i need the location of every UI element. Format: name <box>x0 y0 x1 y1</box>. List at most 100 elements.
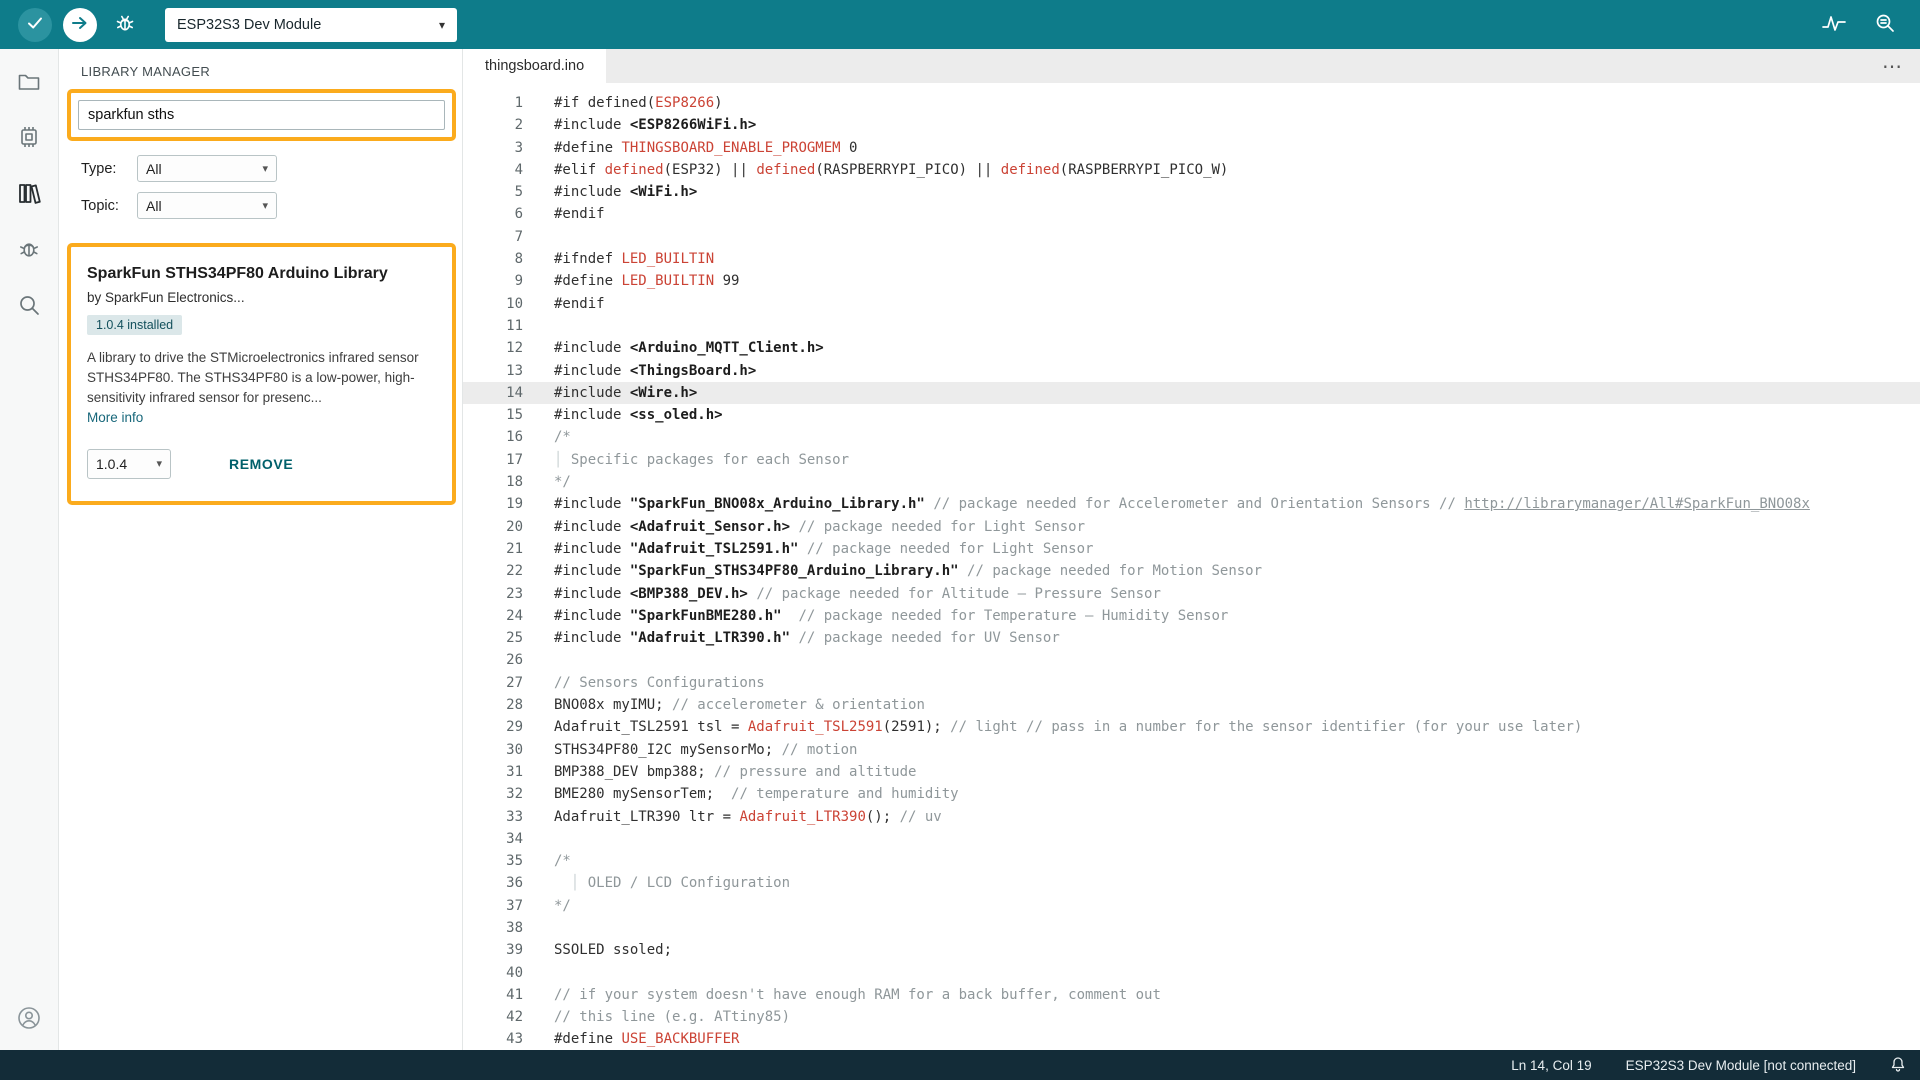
line-number: 1 <box>463 92 523 114</box>
line-text: #include "Adafruit_TSL2591.h" // package… <box>523 538 1093 560</box>
line-text: SSOLED ssoled; <box>523 939 672 961</box>
serial-monitor-button[interactable] <box>1874 12 1896 37</box>
chevron-down-icon: ▾ <box>262 162 268 175</box>
code-line[interactable]: 13#include <ThingsBoard.h> <box>463 360 1920 382</box>
code-line[interactable]: 31BMP388_DEV bmp388; // pressure and alt… <box>463 761 1920 783</box>
code-line[interactable]: 23#include <BMP388_DEV.h> // package nee… <box>463 583 1920 605</box>
tab-thingsboard-ino[interactable]: thingsboard.ino <box>463 49 606 83</box>
remove-button[interactable]: REMOVE <box>229 456 293 472</box>
chevron-down-icon: ▾ <box>156 457 162 470</box>
status-bar: Ln 14, Col 19 ESP32S3 Dev Module [not co… <box>0 1050 1920 1080</box>
code-line[interactable]: 14#include <Wire.h> <box>463 382 1920 404</box>
notifications-bell-icon[interactable] <box>1890 1056 1906 1075</box>
code-line[interactable]: 37*/ <box>463 895 1920 917</box>
code-line[interactable]: 29Adafruit_TSL2591 tsl = Adafruit_TSL259… <box>463 716 1920 738</box>
upload-button[interactable] <box>63 8 97 42</box>
tab-bar: thingsboard.ino ⋯ <box>463 49 1920 83</box>
code-line[interactable]: 4#elif defined(ESP32) || defined(RASPBER… <box>463 159 1920 181</box>
more-info-link[interactable]: More info <box>87 410 143 425</box>
line-number: 3 <box>463 137 523 159</box>
code-line[interactable]: 38 <box>463 917 1920 939</box>
code-line[interactable]: 15#include <ss_oled.h> <box>463 404 1920 426</box>
code-line[interactable]: 7 <box>463 226 1920 248</box>
line-number: 24 <box>463 605 523 627</box>
code-line[interactable]: 18*/ <box>463 471 1920 493</box>
line-number: 17 <box>463 449 523 471</box>
topic-filter-select[interactable]: All ▾ <box>137 192 277 219</box>
sidebar-item-search[interactable] <box>12 289 46 323</box>
sidebar-item-debug[interactable] <box>12 233 46 267</box>
code-line[interactable]: 25#include "Adafruit_LTR390.h" // packag… <box>463 627 1920 649</box>
line-number: 37 <box>463 895 523 917</box>
code-line[interactable]: 43#define USE_BACKBUFFER <box>463 1028 1920 1050</box>
code-line[interactable]: 26 <box>463 649 1920 671</box>
code-line[interactable]: 6#endif <box>463 203 1920 225</box>
line-number: 41 <box>463 984 523 1006</box>
code-line[interactable]: 24#include "SparkFunBME280.h" // package… <box>463 605 1920 627</box>
line-number: 34 <box>463 828 523 850</box>
sidebar-item-sketchbook[interactable] <box>12 65 46 99</box>
magnifier-icon <box>1874 12 1896 37</box>
line-text: BME280 mySensorTem; // temperature and h… <box>523 783 959 805</box>
serial-plotter-button[interactable] <box>1822 13 1846 36</box>
code-line[interactable]: 33Adafruit_LTR390 ltr = Adafruit_LTR390(… <box>463 806 1920 828</box>
line-text: #include <BMP388_DEV.h> // package neede… <box>523 583 1161 605</box>
line-text: #include "Adafruit_LTR390.h" // package … <box>523 627 1060 649</box>
code-line[interactable]: 27// Sensors Configurations <box>463 672 1920 694</box>
tab-overflow-button[interactable]: ⋯ <box>1864 49 1920 83</box>
line-number: 38 <box>463 917 523 939</box>
code-line[interactable]: 3#define THINGSBOARD_ENABLE_PROGMEM 0 <box>463 137 1920 159</box>
library-search-input[interactable] <box>78 100 445 130</box>
code-line[interactable]: 35/* <box>463 850 1920 872</box>
code-line[interactable]: 17│ Specific packages for each Sensor <box>463 449 1920 471</box>
code-line[interactable]: 9#define LED_BUILTIN 99 <box>463 270 1920 292</box>
code-line[interactable]: 2#include <ESP8266WiFi.h> <box>463 114 1920 136</box>
line-number: 26 <box>463 649 523 671</box>
topic-filter-label: Topic: <box>81 198 137 214</box>
code-line[interactable]: 36 │ OLED / LCD Configuration <box>463 872 1920 894</box>
line-number: 5 <box>463 181 523 203</box>
sidebar-item-library-manager-active[interactable] <box>12 177 46 211</box>
line-number: 7 <box>463 226 523 248</box>
debug-panel-icon <box>16 236 42 265</box>
line-number: 29 <box>463 716 523 738</box>
sidebar-item-boards-manager[interactable] <box>12 121 46 155</box>
code-area[interactable]: 1#if defined(ESP8266)2#include <ESP8266W… <box>463 83 1920 1050</box>
debug-button[interactable] <box>108 8 142 42</box>
code-line[interactable]: 32BME280 mySensorTem; // temperature and… <box>463 783 1920 805</box>
code-line[interactable]: 1#if defined(ESP8266) <box>463 92 1920 114</box>
board-selector-dropdown[interactable]: ESP32S3 Dev Module ▾ <box>165 8 457 42</box>
code-line[interactable]: 10#endif <box>463 293 1920 315</box>
verify-button[interactable] <box>18 8 52 42</box>
cursor-position[interactable]: Ln 14, Col 19 <box>1511 1058 1591 1073</box>
code-line[interactable]: 39SSOLED ssoled; <box>463 939 1920 961</box>
filters: Type: All ▾ Topic: All ▾ <box>59 141 462 229</box>
code-line[interactable]: 30STHS34PF80_I2C mySensorMo; // motion <box>463 739 1920 761</box>
version-select[interactable]: 1.0.4 ▾ <box>87 449 171 479</box>
code-line[interactable]: 34 <box>463 828 1920 850</box>
board-connection-status[interactable]: ESP32S3 Dev Module [not connected] <box>1626 1058 1856 1073</box>
type-filter-select[interactable]: All ▾ <box>137 155 277 182</box>
line-number: 14 <box>463 382 523 404</box>
line-text <box>523 315 554 337</box>
code-line[interactable]: 16/* <box>463 426 1920 448</box>
code-line[interactable]: 12#include <Arduino_MQTT_Client.h> <box>463 337 1920 359</box>
panel-title: LIBRARY MANAGER <box>59 49 462 89</box>
code-line[interactable]: 5#include <WiFi.h> <box>463 181 1920 203</box>
code-line[interactable]: 41// if your system doesn't have enough … <box>463 984 1920 1006</box>
line-number: 27 <box>463 672 523 694</box>
account-button[interactable] <box>12 1002 46 1036</box>
code-line[interactable]: 8#ifndef LED_BUILTIN <box>463 248 1920 270</box>
code-line[interactable]: 19#include "SparkFun_BNO08x_Arduino_Libr… <box>463 493 1920 515</box>
code-line[interactable]: 22#include "SparkFun_STHS34PF80_Arduino_… <box>463 560 1920 582</box>
code-line[interactable]: 42// this line (e.g. ATtiny85) <box>463 1006 1920 1028</box>
code-line[interactable]: 28BNO08x myIMU; // accelerometer & orien… <box>463 694 1920 716</box>
code-line[interactable]: 21#include "Adafruit_TSL2591.h" // packa… <box>463 538 1920 560</box>
line-text: #define USE_BACKBUFFER <box>523 1028 739 1050</box>
code-line[interactable]: 11 <box>463 315 1920 337</box>
code-line[interactable]: 20#include <Adafruit_Sensor.h> // packag… <box>463 516 1920 538</box>
line-number: 35 <box>463 850 523 872</box>
code-line[interactable]: 40 <box>463 962 1920 984</box>
library-card-highlight-box: SparkFun STHS34PF80 Arduino Library by S… <box>67 243 456 505</box>
line-text: BMP388_DEV bmp388; // pressure and altit… <box>523 761 916 783</box>
